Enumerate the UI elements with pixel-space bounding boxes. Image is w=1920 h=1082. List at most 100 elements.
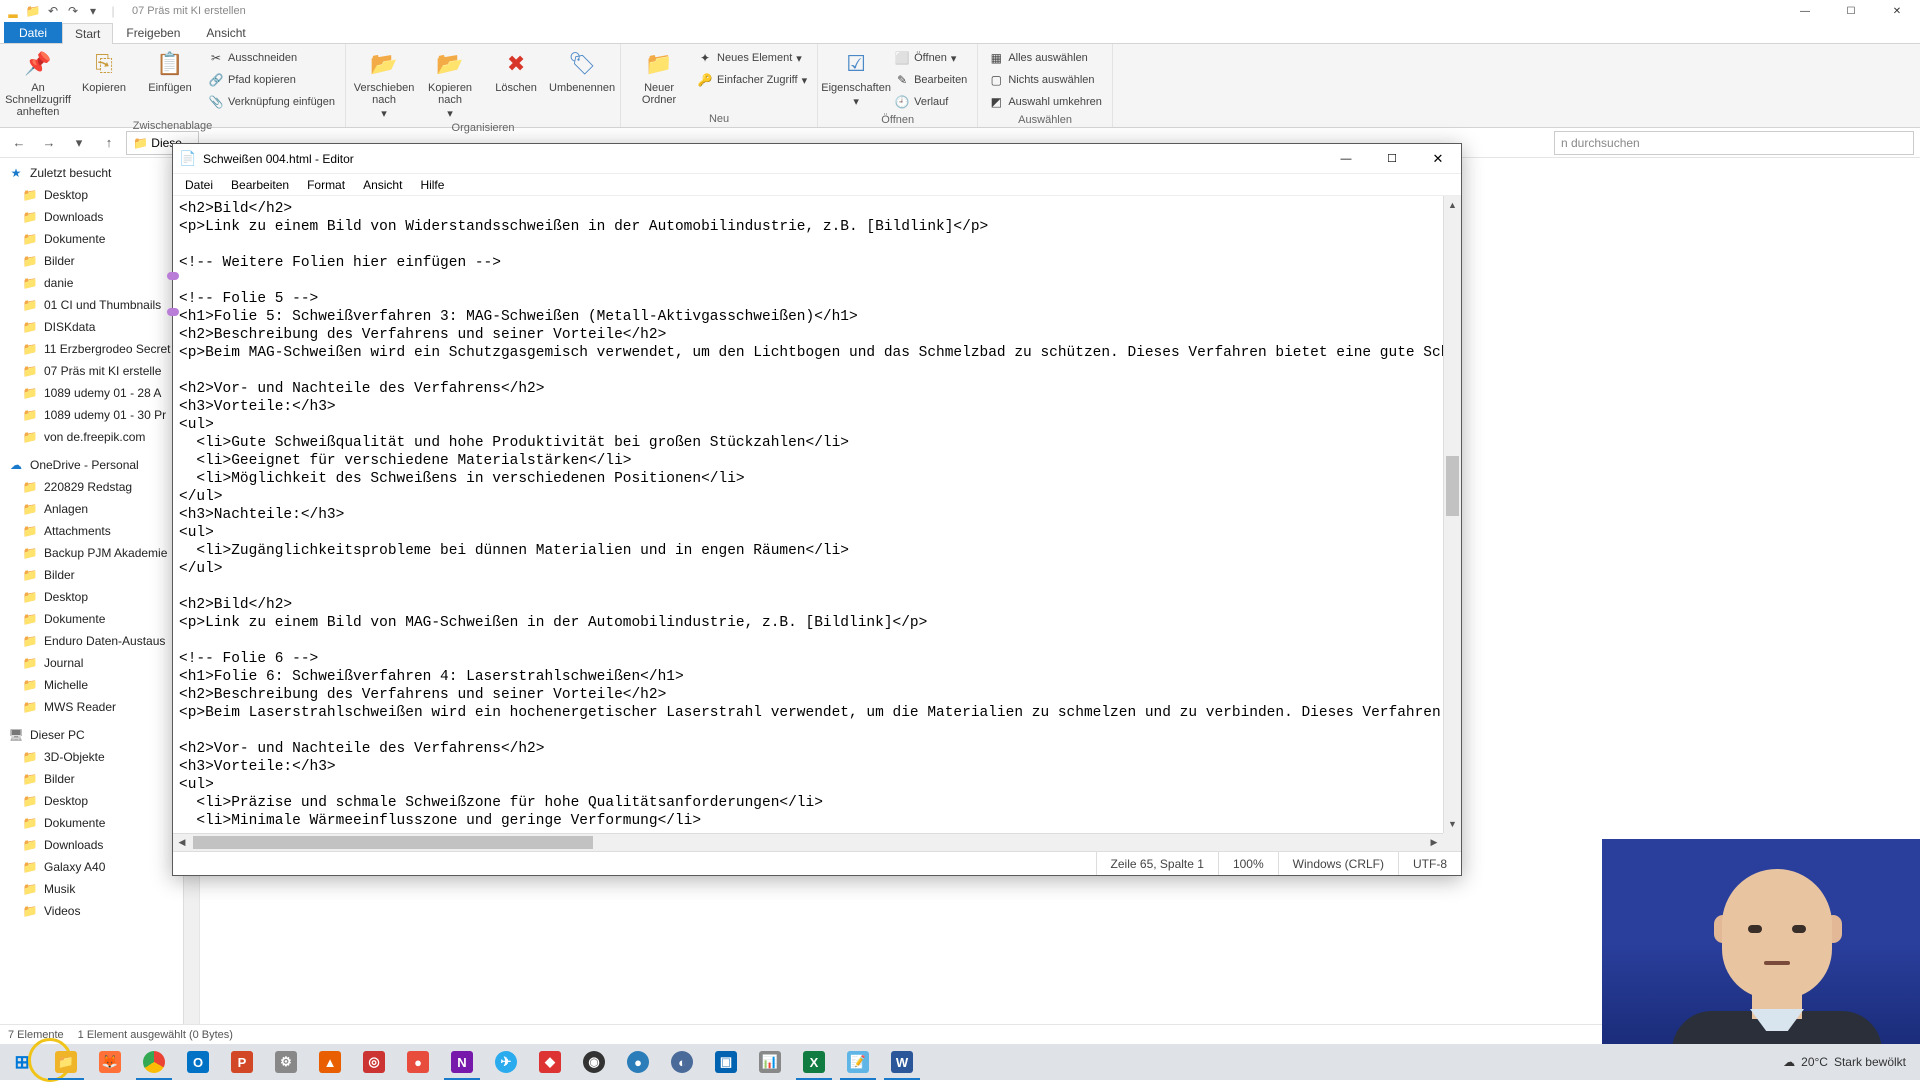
taskbar-onenote[interactable]: N [440, 1044, 484, 1080]
tree-item[interactable]: 📁Bilder [0, 250, 199, 272]
tree-item[interactable]: 📁11 Erzbergrodeo Secret [0, 338, 199, 360]
tree-item[interactable]: 📁1089 udemy 01 - 28 A [0, 382, 199, 404]
easy-access-button[interactable]: 🔑Einfacher Zugriff ▾ [695, 70, 809, 90]
tree-item[interactable]: 📁Desktop [0, 586, 199, 608]
redo-icon[interactable]: ↷ [64, 2, 82, 20]
maximize-button[interactable]: ☐ [1369, 144, 1415, 174]
tree-onedrive[interactable]: ☁OneDrive - Personal [0, 454, 199, 476]
vertical-scrollbar[interactable]: ▲ ▼ [1443, 196, 1461, 833]
tree-item[interactable]: 📁MWS Reader [0, 696, 199, 718]
move-to-button[interactable]: 📂Verschieben nach▾ [354, 48, 414, 120]
tree-quick-access[interactable]: ★Zuletzt besucht [0, 162, 199, 184]
menu-help[interactable]: Hilfe [412, 176, 452, 194]
menu-format[interactable]: Format [299, 176, 353, 194]
close-button[interactable]: ✕ [1874, 0, 1920, 22]
tree-item[interactable]: 📁Bilder [0, 768, 199, 790]
tree-item[interactable]: 📁3D-Objekte [0, 746, 199, 768]
taskbar-excel[interactable]: X [792, 1044, 836, 1080]
taskbar-vlc[interactable]: ▲ [308, 1044, 352, 1080]
tree-item[interactable]: 📁07 Präs mit KI erstelle [0, 360, 199, 382]
taskbar-app[interactable]: ● [616, 1044, 660, 1080]
scrollbar-thumb[interactable] [193, 836, 593, 849]
tree-item[interactable]: 📁Dokumente [0, 228, 199, 250]
notepad-titlebar[interactable]: 📄 Schweißen 004.html - Editor — ☐ ✕ [173, 144, 1461, 174]
select-all-button[interactable]: ▦Alles auswählen [986, 48, 1104, 68]
select-none-button[interactable]: ▢Nichts auswählen [986, 70, 1104, 90]
taskbar-powerpoint[interactable]: P [220, 1044, 264, 1080]
taskbar-app[interactable]: ◐ [660, 1044, 704, 1080]
navigation-tree[interactable]: ★Zuletzt besucht 📁Desktop📁Downloads📁Doku… [0, 160, 200, 1024]
copy-to-button[interactable]: 📂Kopieren nach▾ [420, 48, 480, 120]
menu-edit[interactable]: Bearbeiten [223, 176, 297, 194]
up-button[interactable]: ↑ [96, 130, 122, 156]
open-button[interactable]: ⬜Öffnen ▾ [892, 48, 969, 68]
tab-view[interactable]: Ansicht [193, 22, 258, 43]
tree-item[interactable]: 📁Michelle [0, 674, 199, 696]
menu-file[interactable]: Datei [177, 176, 221, 194]
tree-item[interactable]: 📁Desktop [0, 184, 199, 206]
taskbar-app[interactable]: ▣ [704, 1044, 748, 1080]
delete-button[interactable]: ✖Löschen [486, 48, 546, 94]
scrollbar-thumb[interactable] [1446, 456, 1459, 516]
paste-link-button[interactable]: 📎Verknüpfung einfügen [206, 92, 337, 112]
tree-item[interactable]: 📁1089 udemy 01 - 30 Pr [0, 404, 199, 426]
taskbar-app[interactable]: 📊 [748, 1044, 792, 1080]
undo-icon[interactable]: ↶ [44, 2, 62, 20]
taskbar-obs[interactable]: ◉ [572, 1044, 616, 1080]
scroll-down-icon[interactable]: ▼ [1444, 815, 1461, 833]
start-button[interactable]: ⊞ [0, 1044, 44, 1080]
taskbar-notepad[interactable]: 📝 [836, 1044, 880, 1080]
tree-item[interactable]: 📁Videos [0, 900, 199, 922]
history-button[interactable]: 🕘Verlauf [892, 92, 969, 112]
taskbar-app[interactable]: ◆ [528, 1044, 572, 1080]
tree-item[interactable]: 📁220829 Redstag [0, 476, 199, 498]
properties-button[interactable]: ☑Eigenschaften▾ [826, 48, 886, 108]
new-item-button[interactable]: ✦Neues Element ▾ [695, 48, 809, 68]
tree-this-pc[interactable]: 🖥Dieser PC [0, 724, 199, 746]
menu-view[interactable]: Ansicht [355, 176, 410, 194]
recent-dropdown[interactable]: ▾ [66, 130, 92, 156]
close-button[interactable]: ✕ [1415, 144, 1461, 174]
tree-item[interactable]: 📁Journal [0, 652, 199, 674]
taskbar-outlook[interactable]: O [176, 1044, 220, 1080]
cut-button[interactable]: ✂Ausschneiden [206, 48, 337, 68]
weather-widget[interactable]: ☁ 20°C Stark bewölkt [1783, 1055, 1906, 1069]
tree-item[interactable]: 📁Dokumente [0, 608, 199, 630]
edit-button[interactable]: ✎Bearbeiten [892, 70, 969, 90]
scroll-right-icon[interactable]: ▶ [1425, 834, 1443, 851]
taskbar-app[interactable]: ◎ [352, 1044, 396, 1080]
tree-item[interactable]: 📁Downloads [0, 206, 199, 228]
copy-path-button[interactable]: 🔗Pfad kopieren [206, 70, 337, 90]
rename-button[interactable]: 🏷Umbenennen [552, 48, 612, 94]
scroll-left-icon[interactable]: ◀ [173, 834, 191, 851]
tab-start[interactable]: Start [62, 23, 113, 44]
maximize-button[interactable]: ☐ [1828, 0, 1874, 22]
scroll-up-icon[interactable]: ▲ [1444, 196, 1461, 214]
tree-item[interactable]: 📁Backup PJM Akademie [0, 542, 199, 564]
new-folder-button[interactable]: 📁Neuer Ordner [629, 48, 689, 106]
taskbar-telegram[interactable]: ✈ [484, 1044, 528, 1080]
search-input[interactable]: n durchsuchen [1554, 131, 1914, 155]
tree-item[interactable]: 📁Anlagen [0, 498, 199, 520]
tree-item[interactable]: 📁von de.freepik.com [0, 426, 199, 448]
horizontal-scrollbar[interactable]: ◀ ▶ [173, 833, 1443, 851]
minimize-button[interactable]: — [1782, 0, 1828, 22]
tree-item[interactable]: 📁Enduro Daten-Austaus [0, 630, 199, 652]
tree-item[interactable]: 📁Galaxy A40 [0, 856, 199, 878]
minimize-button[interactable]: — [1323, 144, 1369, 174]
tree-item[interactable]: 📁Bilder [0, 564, 199, 586]
tree-item[interactable]: 📁Downloads [0, 834, 199, 856]
text-area[interactable]: <h2>Bild</h2> <p>Link zu einem Bild von … [173, 196, 1443, 833]
tree-item[interactable]: 📁DISKdata [0, 316, 199, 338]
taskbar-app[interactable]: ⚙ [264, 1044, 308, 1080]
tree-item[interactable]: 📁Musik [0, 878, 199, 900]
tab-share[interactable]: Freigeben [113, 22, 193, 43]
taskbar-chrome[interactable] [132, 1044, 176, 1080]
forward-button[interactable]: → [36, 130, 62, 156]
taskbar-word[interactable]: W [880, 1044, 924, 1080]
taskbar-firefox[interactable]: 🦊 [88, 1044, 132, 1080]
pin-quick-access-button[interactable]: 📌 An Schnellzugriff anheften [8, 48, 68, 118]
copy-button[interactable]: ⎘ Kopieren [74, 48, 134, 94]
taskbar-app[interactable]: ● [396, 1044, 440, 1080]
tab-file[interactable]: Datei [4, 22, 62, 43]
